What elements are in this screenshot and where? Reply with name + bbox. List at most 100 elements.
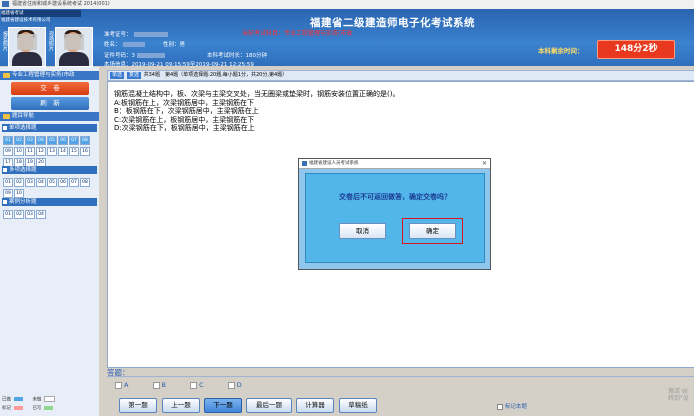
subject-header: 专业工程管理与实务(市政: [0, 71, 99, 80]
current-subject: 当前考试科目：专业工程管理与实务(市政: [242, 30, 353, 37]
question-nav-item[interactable]: 05: [47, 178, 57, 187]
legend-current-swatch: [44, 405, 54, 410]
tab-single[interactable]: 单选: [110, 72, 125, 79]
app-icon: [302, 161, 307, 166]
next-question-button[interactable]: 下一题: [204, 398, 242, 413]
answer-b[interactable]: B: [152, 381, 177, 389]
question-nav-item[interactable]: 02: [14, 210, 24, 219]
question-nav-item[interactable]: 10: [14, 189, 24, 198]
option-d: D:次梁钢筋在下，板钢筋居中，主梁钢筋在上: [114, 124, 255, 132]
question-nav-item[interactable]: 01: [3, 210, 13, 219]
question-nav-item[interactable]: 06: [58, 136, 68, 145]
live-photo: [55, 27, 93, 67]
question-nav-item[interactable]: 13: [47, 147, 57, 156]
answer-choices: A B C D: [115, 381, 264, 389]
checkbox-icon: [3, 126, 7, 130]
answer-d[interactable]: D: [227, 381, 253, 389]
question-nav-item[interactable]: 01: [3, 136, 13, 145]
answer-c[interactable]: C: [190, 381, 215, 389]
question-nav-item[interactable]: 15: [69, 147, 79, 156]
submit-button[interactable]: 交 卷: [11, 82, 89, 95]
question-nav-item[interactable]: 11: [25, 147, 35, 156]
id-row: 证件号码：3: [104, 51, 166, 59]
option-c: C:次梁钢筋在上，板钢筋居中，主梁钢筋在下: [114, 115, 255, 124]
gender-row: 性别：男: [163, 42, 186, 48]
question-nav-item[interactable]: 02: [14, 178, 24, 187]
question-nav-item[interactable]: 07: [69, 136, 79, 145]
section-single-choice[interactable]: 单项选择题: [2, 124, 97, 132]
dialog-body: 交卷后不可返回做答，确定交卷吗？ 取消 确定: [305, 173, 485, 263]
window-title: 福建省住房和城乡建设系统考试 2014(001): [12, 1, 110, 7]
close-icon[interactable]: ✕: [482, 159, 487, 168]
question-nav-item[interactable]: 10: [14, 147, 24, 156]
option-a: A:板钢筋在上，次梁钢筋居中，主梁钢筋在下: [114, 98, 255, 107]
schedule-row: 本场信息：2019-09-21 09:15:59至2019-09-21 12:2…: [104, 62, 254, 68]
question-info: 共34题 第4题（单项选择题:20题,每小题1分，共20分,第4题）: [143, 72, 288, 78]
question-nav-item[interactable]: 16: [80, 147, 90, 156]
mark-question-checkbox[interactable]: 标记本题: [497, 402, 527, 410]
question-nav-item[interactable]: 05: [47, 136, 57, 145]
divider: [107, 376, 694, 377]
time-left-label: 本科剩余时间：: [538, 47, 584, 55]
duration-row: 本科考试时长：180分钟: [207, 53, 268, 59]
question-nav-item[interactable]: 02: [14, 136, 24, 145]
dialog-titlebar: 福建省建设人员考试系统: [299, 159, 490, 169]
answer-a[interactable]: A: [115, 381, 139, 389]
question-tabbar: 单选 复选 共34题 第4题（单项选择题:20题,每小题1分，共20分,第4题）: [107, 70, 694, 81]
folder-icon: [3, 73, 10, 78]
case-analysis-grid: 01 02 03 04: [3, 209, 98, 220]
cancel-button[interactable]: 取消: [339, 223, 386, 239]
dialog-message: 交卷后不可返回做答，确定交卷吗？: [339, 193, 451, 201]
option-b: B：板钢筋在下，次梁钢筋居中，主梁钢筋在上: [114, 107, 259, 115]
refresh-button[interactable]: 刷 新: [11, 97, 89, 110]
question-nav-item[interactable]: 01: [3, 178, 13, 187]
multi-choice-grid: 01 02 03 04 05 06 07 08 09 10: [3, 177, 98, 199]
app-icon: [2, 1, 9, 7]
photo-label-right: 现场照片: [48, 31, 54, 51]
company-line1: 福建省考试: [1, 10, 81, 17]
question-nav-item[interactable]: 07: [69, 178, 79, 187]
ok-button[interactable]: 确定: [409, 223, 456, 239]
legend-row-2: 标记 已写: [2, 405, 98, 411]
question-nav-item[interactable]: 04: [36, 210, 46, 219]
first-question-button[interactable]: 第一题: [119, 398, 157, 413]
exam-number-row: 准考证号：: [104, 30, 168, 38]
question-nav-item[interactable]: 04: [36, 136, 46, 145]
question-nav-item[interactable]: 08: [80, 136, 90, 145]
question-nav-item[interactable]: 03: [25, 210, 35, 219]
tab-multi[interactable]: 复选: [127, 72, 142, 79]
draft-paper-button[interactable]: 草稿纸: [339, 398, 377, 413]
question-stem: 钢筋混凝土结构中，板、次梁与主梁交叉处，当无圈梁或垫梁时，钢筋安装位置正确的是(…: [114, 90, 400, 98]
folder-icon: [3, 114, 10, 119]
company-line2: 福建省建设技术有限公司: [1, 18, 51, 23]
question-nav-item[interactable]: 14: [58, 147, 68, 156]
question-nav-item[interactable]: 09: [3, 147, 13, 156]
section-case-analysis[interactable]: 案例分析题: [2, 198, 97, 206]
question-content: 钢筋混凝土结构中，板、次梁与主梁交叉处，当无圈梁或垫梁时，钢筋安装位置正确的是(…: [114, 90, 674, 133]
legend-undone-swatch: [44, 396, 56, 402]
question-nav-item[interactable]: 09: [3, 189, 13, 198]
question-nav-item[interactable]: 03: [25, 136, 35, 145]
legend-row-1: 已做 未做: [2, 396, 98, 403]
question-nav-item[interactable]: 06: [58, 178, 68, 187]
question-nav-item[interactable]: 08: [80, 178, 90, 187]
question-nav-item[interactable]: 04: [36, 178, 46, 187]
sidebar: 专业工程管理与实务(市政 交 卷 刷 新 题目导航 单项选择题 01 02 03 04…: [0, 67, 99, 416]
legend-done-swatch: [14, 397, 23, 401]
registration-photo: [8, 27, 46, 67]
last-question-button[interactable]: 最后一题: [246, 398, 292, 413]
checkbox-icon: [3, 168, 7, 172]
section-multi-choice[interactable]: 多项选择题: [2, 166, 97, 174]
checkbox-icon: [3, 200, 7, 204]
activation-watermark: 激活 W 转到"设: [668, 388, 689, 402]
single-choice-grid: 01 02 03 04 05 06 07 0809 10 11 12 13 14 15 1617 18 19 20: [3, 135, 98, 168]
question-nav-item[interactable]: 03: [25, 178, 35, 187]
name-row: 姓名：: [104, 40, 145, 48]
legend-marked-swatch: [14, 405, 23, 410]
nav-header: 题目导航: [0, 112, 99, 121]
question-nav-item[interactable]: 12: [36, 147, 46, 156]
prev-question-button[interactable]: 上一题: [162, 398, 200, 413]
time-left: 148分2秒: [597, 40, 675, 59]
calculator-button[interactable]: 计算器: [296, 398, 334, 413]
confirm-dialog: 福建省建设人员考试系统 ✕ 交卷后不可返回做答，确定交卷吗？ 取消 确定: [298, 158, 491, 270]
